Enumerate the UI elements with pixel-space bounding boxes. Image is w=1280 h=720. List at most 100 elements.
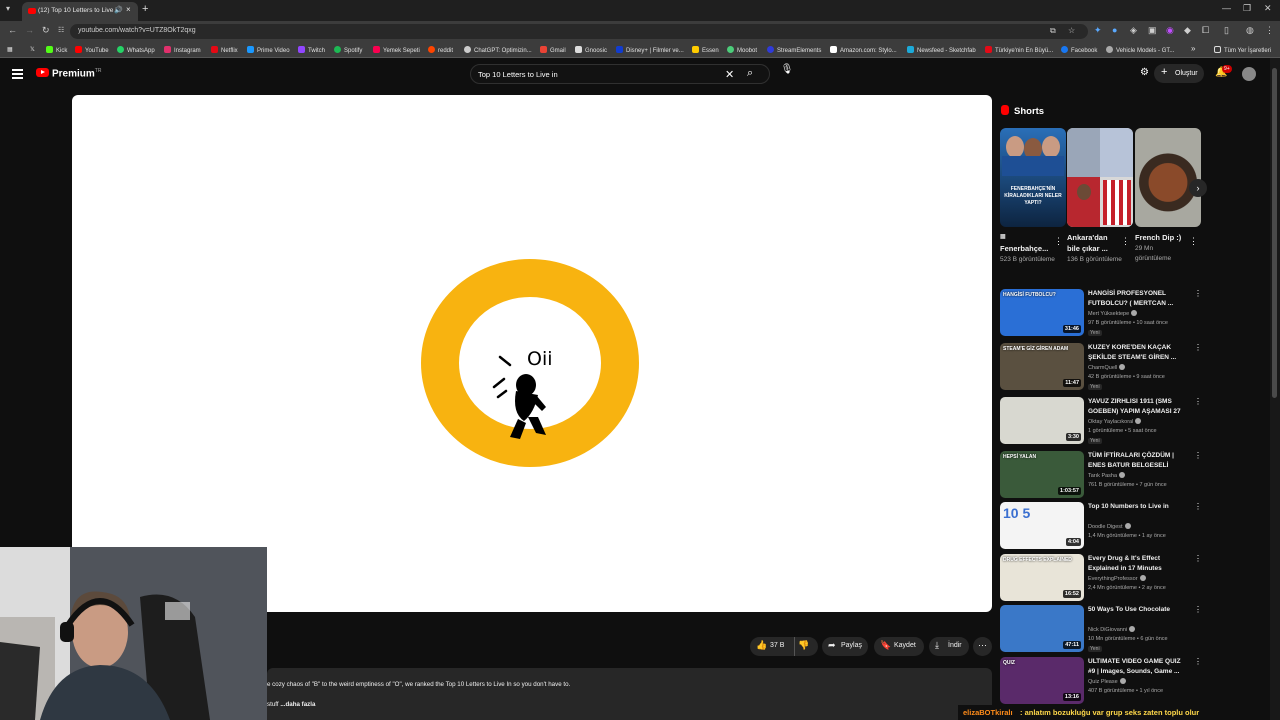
extension-icon[interactable]: ◆ <box>1184 25 1191 36</box>
reload-icon[interactable]: ↻ <box>42 25 50 36</box>
minimize-button[interactable]: — <box>1222 3 1231 13</box>
tab-close-icon[interactable]: × <box>126 5 131 14</box>
bookmark-star-icon[interactable]: ☆ <box>1068 26 1075 35</box>
profile-icon[interactable]: ◍ <box>1246 25 1254 36</box>
install-icon[interactable]: ⧉ <box>1050 26 1056 36</box>
recommended-video[interactable]: 3:30 YAVUZ ZIRHLISI 1911 (SMS GOEBEN) YA… <box>1000 397 1202 447</box>
short-thumbnail[interactable] <box>1067 128 1133 227</box>
video-title[interactable]: ULTIMATE VIDEO GAME QUIZ #9 | Images, So… <box>1088 657 1188 677</box>
site-info-icon[interactable]: ☷ <box>58 26 64 34</box>
search-icon[interactable]: ⌕ <box>747 67 753 80</box>
bookmark-item[interactable]: Essen <box>692 46 719 54</box>
extension-icon[interactable]: ▣ <box>1148 25 1157 36</box>
bookmark-item[interactable]: Vehicle Models - GT... <box>1106 46 1174 54</box>
video-title[interactable]: Top 10 Numbers to Live in <box>1088 502 1188 512</box>
channel-label[interactable]: Oktay Yaylacıkoral <box>1088 419 1133 425</box>
window-close-button[interactable]: ✕ <box>1264 3 1272 14</box>
channel-label[interactable]: EverythingProfessor <box>1088 576 1138 582</box>
tab-search-icon[interactable]: ▾ <box>6 4 10 13</box>
video-thumbnail[interactable]: 47:11 <box>1000 605 1084 652</box>
page-scrollbar[interactable] <box>1270 58 1280 720</box>
video-title[interactable]: TÜM İFTİRALARI ÇÖZDÜM | ENES BATUR BELGE… <box>1088 451 1188 471</box>
bookmark-item[interactable]: WhatsApp <box>117 46 155 54</box>
channel-label[interactable]: CharmQuell <box>1088 365 1117 371</box>
back-icon[interactable]: ← <box>8 25 17 35</box>
x-icon[interactable]: 𝕏 <box>30 46 35 53</box>
clear-search-icon[interactable]: ✕ <box>725 68 734 81</box>
speaker-icon[interactable]: 🔊 <box>114 6 123 14</box>
recommended-video[interactable]: DRUG EFFECTS EXPLAINED 16:52 Every Drug … <box>1000 554 1202 604</box>
channel-name[interactable]: Mert Yüksektepe <box>1088 310 1138 317</box>
cast-icon[interactable]: ⚙ <box>1140 67 1149 78</box>
search-box[interactable]: Top 10 Letters to Live in ✕ ⌕ <box>470 64 770 84</box>
video-title[interactable]: HANGİSİ PROFESYONEL FUTBOLCU? ( MERTCAN … <box>1088 289 1188 309</box>
bookmark-item[interactable]: Kick <box>46 46 67 54</box>
chevron-right-icon[interactable]: › <box>1189 179 1207 197</box>
new-tab-button[interactable]: + <box>142 3 148 15</box>
video-menu-icon[interactable]: ⋮ <box>1194 657 1202 666</box>
video-thumbnail[interactable]: DRUG EFFECTS EXPLAINED 16:52 <box>1000 554 1084 601</box>
video-thumbnail[interactable]: 3:30 <box>1000 397 1084 444</box>
all-bookmarks-item[interactable]: Tüm Yer İşaretleri <box>1214 46 1271 54</box>
video-player[interactable]: Oii <box>72 95 992 612</box>
like-icon[interactable]: 👍 <box>756 640 767 651</box>
short-thumbnail[interactable] <box>1135 128 1201 227</box>
avatar[interactable] <box>1242 67 1256 81</box>
address-bar[interactable]: youtube.com/watch?v=UTZ8OkT2qxg ⧉ ☆ <box>70 24 1088 39</box>
bookmark-item[interactable]: Facebook <box>1061 46 1097 54</box>
like-count[interactable]: 37 B <box>770 642 784 649</box>
sidebar-icon[interactable]: ▯ <box>1224 25 1229 36</box>
channel-name[interactable]: Nick DiGiovanni <box>1088 626 1136 633</box>
hamburger-menu-icon[interactable] <box>12 69 23 79</box>
bookmark-item[interactable]: Gmail <box>540 46 566 54</box>
channel-name[interactable]: Doodle Digest <box>1088 523 1131 530</box>
bookmark-item[interactable]: Newsfeed - Sketchfab <box>907 46 976 54</box>
channel-name[interactable]: Tarık Pasha <box>1088 472 1126 479</box>
short-menu-icon[interactable]: ⋮ <box>1121 236 1130 247</box>
bookmark-item[interactable]: Disney+ | Filmler ve... <box>616 46 684 54</box>
bookmark-item[interactable]: StreamElements <box>767 46 821 54</box>
video-menu-icon[interactable]: ⋮ <box>1194 343 1202 352</box>
scrollbar-thumb[interactable] <box>1272 68 1277 398</box>
short-menu-icon[interactable]: ⋮ <box>1054 236 1063 247</box>
show-more-link[interactable]: ...daha fazla <box>280 701 315 708</box>
youtube-premium-logo[interactable]: PremiumTR <box>36 68 101 79</box>
create-button[interactable]: + Oluştur <box>1154 64 1204 83</box>
video-thumbnail[interactable]: 10 5 4:04 <box>1000 502 1084 549</box>
download-button[interactable]: ⤓ İndir <box>929 637 969 656</box>
video-thumbnail[interactable]: HANGİSİ FUTBOLCU? 31:46 <box>1000 289 1084 336</box>
dislike-icon[interactable]: 👎 <box>798 640 809 651</box>
bookmark-item[interactable]: Amazon.com: Stylo... <box>830 46 897 54</box>
video-menu-icon[interactable]: ⋮ <box>1194 451 1202 460</box>
video-menu-icon[interactable]: ⋮ <box>1194 502 1202 511</box>
video-menu-icon[interactable]: ⋮ <box>1194 289 1202 298</box>
recommended-video[interactable]: 10 5 4:04 Top 10 Numbers to Live in Dood… <box>1000 502 1202 552</box>
recommended-video[interactable]: HANGİSİ FUTBOLCU? 31:46 HANGİSİ PROFESYO… <box>1000 289 1202 339</box>
bookmark-item[interactable]: Instagram <box>164 46 201 54</box>
video-menu-icon[interactable]: ⋮ <box>1194 397 1202 406</box>
search-input[interactable]: Top 10 Letters to Live in <box>478 70 558 79</box>
recommended-video[interactable]: STEAM'E GİZ GİREN ADAM 11:47 KUZEY KORE'… <box>1000 343 1202 393</box>
bookmark-item[interactable]: ChatGPT: Optimizin... <box>464 46 532 54</box>
extension-icon[interactable]: ✦ <box>1094 25 1102 36</box>
video-thumbnail[interactable]: HEPSİ YALAN 1:03:57 <box>1000 451 1084 498</box>
recommended-video[interactable]: 47:11 50 Ways To Use Chocolate Nick DiGi… <box>1000 605 1202 655</box>
channel-label[interactable]: Doodle Digest <box>1088 524 1123 530</box>
more-actions-button[interactable]: ⋯ <box>973 637 992 656</box>
bookmark-item[interactable]: Yemek Sepeti <box>373 46 420 54</box>
channel-label[interactable]: Quiz Please <box>1088 679 1118 685</box>
video-title[interactable]: KUZEY KORE'DEN KAÇAK ŞEKİLDE STEAM'E GİR… <box>1088 343 1188 363</box>
recommended-video[interactable]: HEPSİ YALAN 1:03:57 TÜM İFTİRALARI ÇÖZDÜ… <box>1000 451 1202 501</box>
channel-name[interactable]: EverythingProfessor <box>1088 575 1146 582</box>
channel-label[interactable]: Mert Yüksektepe <box>1088 311 1129 317</box>
video-title[interactable]: Every Drug & It's Effect Explained in 17… <box>1088 554 1188 574</box>
extension-icon[interactable]: ◈ <box>1130 25 1137 36</box>
bookmark-item[interactable]: Prime Video <box>247 46 290 54</box>
bookmark-item[interactable]: reddit <box>428 46 453 54</box>
short-thumbnail[interactable]: FENERBAHÇE'NİN KİRALADIKLARI NELER YAPTI… <box>1000 128 1066 227</box>
video-menu-icon[interactable]: ⋮ <box>1194 554 1202 563</box>
short-menu-icon[interactable]: ⋮ <box>1189 236 1198 247</box>
channel-label[interactable]: Nick DiGiovanni <box>1088 627 1127 633</box>
extension-icon[interactable]: ● <box>1112 25 1117 35</box>
bookmark-item[interactable]: Gnoosic <box>575 46 607 54</box>
